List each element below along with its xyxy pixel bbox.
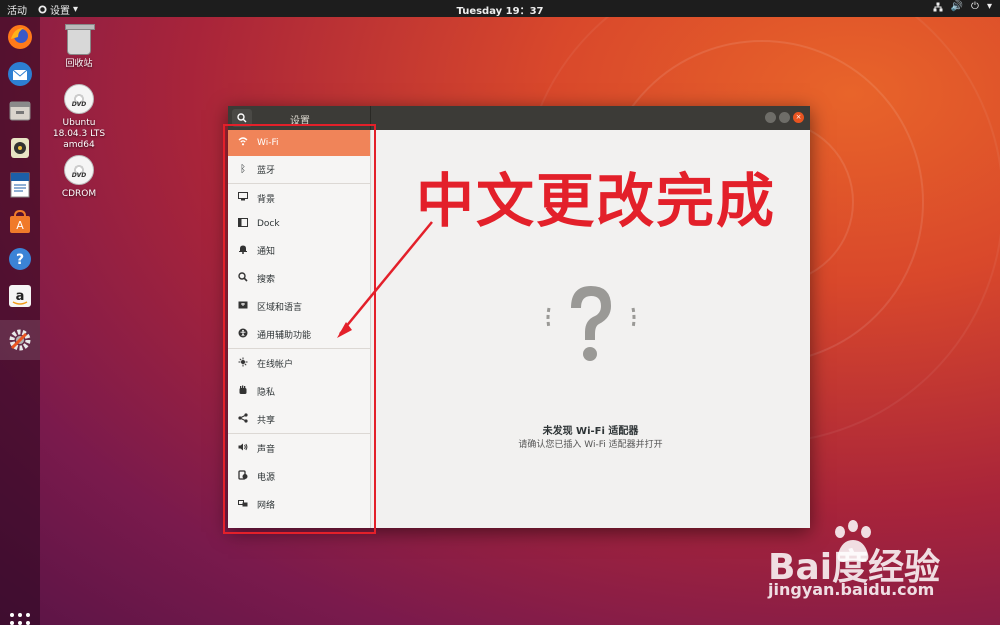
software-icon[interactable]: A <box>5 207 35 237</box>
firefox-icon[interactable] <box>5 22 35 52</box>
caret-down-icon: ▾ <box>986 1 992 12</box>
minimize-button[interactable] <box>765 112 776 123</box>
software-glyph: A <box>10 209 30 233</box>
thunderbird-icon[interactable] <box>5 59 35 89</box>
maximize-button[interactable] <box>779 112 790 123</box>
close-button[interactable]: × <box>793 112 804 123</box>
power-icon: ⏻ <box>971 1 979 12</box>
empty-state-subtitle: 请确认您已插入 Wi-Fi 适配器并打开 <box>518 440 663 450</box>
files-glyph <box>9 101 31 121</box>
desktop-icon-label: Ubuntu 18.04.3 LTS amd64 <box>52 118 106 150</box>
question-mark-icon <box>546 286 636 361</box>
desktop-icon-label: CDROM <box>61 189 97 199</box>
writer-glyph <box>10 172 30 198</box>
system-tray[interactable]: 🔊 ⏻ ▾ <box>933 1 992 12</box>
search-icon <box>237 113 247 123</box>
clock[interactable]: Tuesday 19：37 <box>456 6 543 17</box>
desktop-icon-cdrom[interactable]: DVD CDROM <box>49 155 109 200</box>
settings-glyph <box>9 329 31 351</box>
volume-icon: 🔊 <box>950 1 964 12</box>
show-applications-button[interactable] <box>10 613 30 625</box>
rhythmbox-icon[interactable] <box>5 133 35 163</box>
svg-text:A: A <box>16 219 24 232</box>
svg-text:?: ? <box>16 252 24 268</box>
thunderbird-glyph <box>8 62 32 86</box>
firefox-glyph <box>8 25 32 49</box>
amazon-icon[interactable]: a <box>5 281 35 311</box>
annotation-highlight-box <box>223 124 376 534</box>
desktop-icon-ubuntu-dvd[interactable]: DVD Ubuntu 18.04.3 LTS amd64 <box>49 84 109 151</box>
dvd-icon: DVD <box>64 84 94 114</box>
trash-icon <box>65 24 95 55</box>
help-icon[interactable]: ? <box>5 244 35 274</box>
annotation-text: 中文更改完成 <box>416 167 777 235</box>
help-glyph: ? <box>9 248 31 270</box>
amazon-glyph: a <box>9 285 31 307</box>
desktop-icon-trash[interactable]: 回收站 <box>49 24 109 70</box>
dvd-icon: DVD <box>64 155 94 185</box>
rhythmbox-glyph <box>11 138 29 158</box>
empty-state-title: 未发现 Wi-Fi 适配器 <box>542 426 639 437</box>
settings-icon[interactable] <box>5 325 35 355</box>
svg-text:a: a <box>16 289 25 304</box>
watermark-url: jingyan.baidu.com <box>768 580 935 599</box>
dock: A ? a <box>0 17 40 625</box>
network-wired-icon <box>933 2 943 11</box>
files-icon[interactable] <box>5 96 35 126</box>
desktop-icon-label: 回收站 <box>65 59 93 69</box>
writer-icon[interactable] <box>5 170 35 200</box>
top-bar: 活动 设置 ▾ Tuesday 19：37 🔊 ⏻ ▾ <box>0 0 1000 17</box>
